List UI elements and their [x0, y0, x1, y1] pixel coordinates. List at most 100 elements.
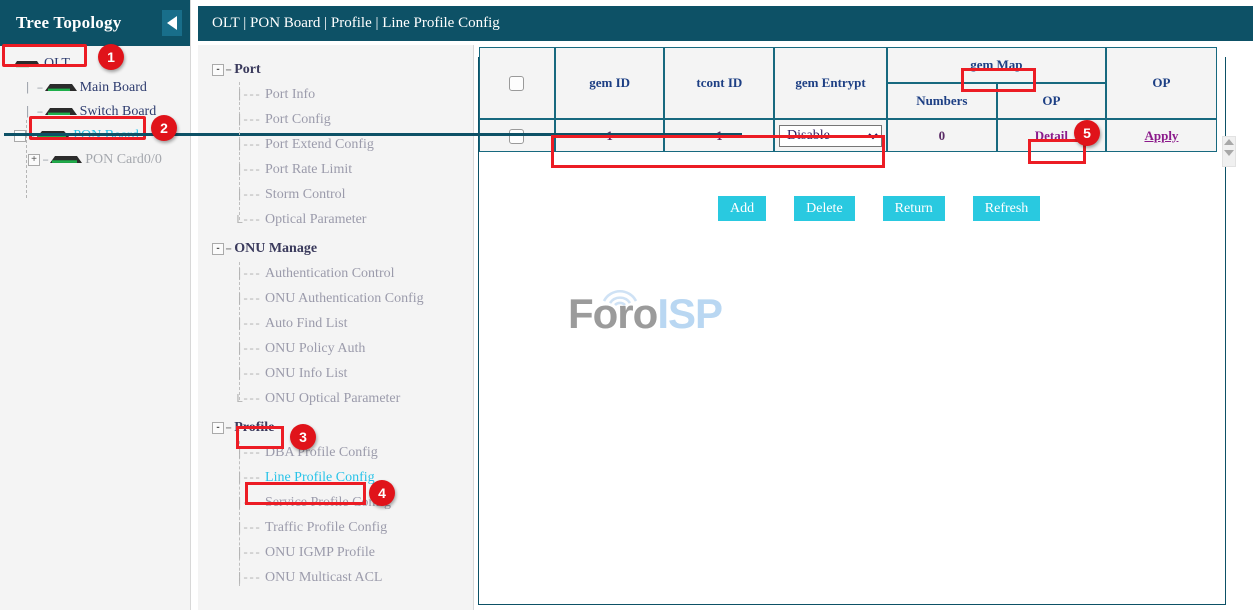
nav-tick: |---: [236, 317, 260, 331]
nav-group-port: - – Port |--- Port Info |--- Port Config |…: [198, 45, 473, 232]
tree-node-pon-card[interactable]: + – PON Card0/0: [0, 148, 190, 172]
table-header-gem-map-op: OP: [997, 83, 1106, 119]
nav-item-label: Port Config: [265, 112, 331, 128]
nav-item-label: Auto Find List: [265, 316, 347, 332]
tree-node-main-board[interactable]: | – Main Board: [0, 76, 190, 100]
nav-item-storm-control[interactable]: |---Storm Control: [198, 182, 473, 207]
tree-expander-collapse[interactable]: -: [14, 130, 26, 142]
nav-group-header-onu-manage[interactable]: - – ONU Manage: [198, 236, 473, 261]
tree-topology-header: Tree Topology: [0, 0, 190, 46]
breadcrumb: OLT | PON Board | Profile | Line Profile…: [198, 6, 1253, 41]
chevron-left-icon[interactable]: [162, 10, 182, 36]
content-panel: gem ID tcont ID gem Entrypt gem Map OP N…: [475, 45, 1259, 610]
annotation-badge-2: 2: [151, 115, 177, 141]
nav-item-traffic-profile-config[interactable]: |---Traffic Profile Config: [198, 515, 473, 540]
table-row-scrollbar[interactable]: [1222, 136, 1236, 167]
nav-tick: |---: [236, 546, 260, 560]
nav-tick: |---: [236, 342, 260, 356]
return-button[interactable]: Return: [883, 196, 945, 221]
device-icon: [12, 58, 42, 70]
table-header-row-1: gem ID tcont ID gem Entrypt gem Map OP: [479, 47, 1217, 83]
nav-tick: |---: [236, 446, 260, 460]
nav-tick: |---: [236, 88, 260, 102]
table-header-gem-id: gem ID: [555, 47, 665, 119]
nav-item-port-config[interactable]: |--- Port Config: [198, 107, 473, 132]
row-checkbox[interactable]: [509, 129, 524, 144]
nav-item-onu-info-list[interactable]: |---ONU Info List: [198, 361, 473, 386]
device-icon: [44, 82, 78, 95]
nav-item-dba-profile-config[interactable]: |---DBA Profile Config: [198, 440, 473, 465]
nav-tick: |---: [236, 188, 260, 202]
nav-tick: |---: [236, 138, 260, 152]
nav-item-port-rate-limit[interactable]: |---Port Rate Limit: [198, 157, 473, 182]
nav-item-onu-authentication-config[interactable]: |--- ONU Authentication Config: [198, 286, 473, 311]
nav-item-label: ONU IGMP Profile: [265, 545, 375, 561]
tree-node-label: OLT: [44, 56, 70, 72]
nav-item-label: Traffic Profile Config: [265, 520, 387, 536]
detail-link[interactable]: Detail: [1035, 128, 1068, 143]
table-header-op: OP: [1106, 47, 1217, 119]
device-icon: [44, 106, 78, 119]
scroll-up-arrow-icon[interactable]: [1224, 139, 1234, 145]
tree-node-label: Main Board: [80, 80, 147, 96]
nav-tick: L---: [236, 213, 260, 227]
nav-item-onu-optical-parameter[interactable]: L--- ONU Optical Parameter: [198, 386, 473, 411]
nav-item-auto-find-list[interactable]: |--- Auto Find List: [198, 311, 473, 336]
nav-menu-panel: - – Port |--- Port Info |--- Port Config |…: [198, 45, 474, 610]
tree-tick: –: [28, 129, 34, 143]
nav-item-authentication-control[interactable]: |---Authentication Control: [198, 261, 473, 286]
refresh-button[interactable]: Refresh: [973, 196, 1041, 221]
gem-entrypt-select[interactable]: Disable Enable: [779, 125, 882, 147]
nav-item-port-extend-config[interactable]: |--- Port Extend Config: [198, 132, 473, 157]
table-header-gem-entrypt: gem Entrypt: [774, 47, 887, 119]
nav-tick: |---: [236, 571, 260, 585]
nav-item-onu-igmp-profile[interactable]: |--- ONU IGMP Profile: [198, 540, 473, 565]
nav-item-label: ONU Multicast ACL: [265, 570, 382, 586]
nav-group-header-port[interactable]: - – Port: [198, 57, 473, 82]
tree-tick: –: [42, 153, 48, 167]
tree-node-olt[interactable]: OLT: [0, 52, 190, 76]
nav-expander-icon[interactable]: -: [212, 243, 224, 255]
nav-group-onu-manage: - – ONU Manage |---Authentication Contro…: [198, 232, 473, 411]
tree-node-label: PON Card0/0: [85, 152, 162, 168]
nav-item-label: Line Profile Config: [265, 470, 375, 486]
select-all-checkbox[interactable]: [509, 76, 524, 91]
nav-item-label: Port Info: [265, 87, 315, 103]
nav-item-onu-policy-auth[interactable]: |---ONU Policy Auth: [198, 336, 473, 361]
table-header-gem-map-numbers: Numbers: [887, 83, 997, 119]
nav-item-line-profile-config[interactable]: |---Line Profile Config: [198, 465, 473, 490]
delete-button[interactable]: Delete: [794, 196, 855, 221]
nav-item-port-info[interactable]: |--- Port Info: [198, 82, 473, 107]
nav-tick: |---: [236, 292, 260, 306]
nav-item-label: ONU Authentication Config: [265, 291, 424, 307]
nav-item-label: Port Extend Config: [265, 137, 374, 153]
annotation-badge-3: 3: [290, 424, 316, 450]
add-button[interactable]: Add: [718, 196, 766, 221]
nav-group-label: Profile: [234, 420, 274, 436]
nav-expander-icon[interactable]: -: [212, 422, 224, 434]
tree-topology-panel: Tree Topology OLT | – Main Board: [0, 0, 191, 610]
nav-group-label: ONU Manage: [234, 241, 317, 257]
annotation-badge-5: 5: [1074, 120, 1100, 146]
tree-expander-expand[interactable]: +: [28, 154, 40, 166]
cell-gem-entrypt: Disable Enable: [774, 119, 887, 152]
nav-group-profile: - – Profile |---DBA Profile Config |---L…: [198, 411, 473, 590]
nav-item-label: Optical Parameter: [265, 212, 366, 228]
nav-tick: L---: [236, 392, 260, 406]
apply-link[interactable]: Apply: [1144, 128, 1178, 143]
annotation-badge-1: 1: [98, 44, 124, 70]
nav-item-onu-multicast-acl[interactable]: |--- ONU Multicast ACL: [198, 565, 473, 590]
table-header-tcont-id: tcont ID: [664, 47, 774, 119]
tree-node-list: OLT | – Main Board | – Switch Board: [0, 46, 190, 172]
nav-dash: –: [225, 242, 232, 256]
nav-group-header-profile[interactable]: - – Profile: [198, 415, 473, 440]
nav-tick: |---: [236, 113, 260, 127]
nav-dash: –: [225, 63, 232, 77]
nav-expander-icon[interactable]: -: [212, 64, 224, 76]
nav-item-label: ONU Optical Parameter: [265, 391, 400, 407]
nav-item-optical-parameter[interactable]: L--- Optical Parameter: [198, 207, 473, 232]
nav-group-label: Port: [234, 62, 260, 78]
nav-item-service-profile-config[interactable]: |---Service Profile Config: [198, 490, 473, 515]
nav-tick: |---: [236, 367, 260, 381]
scroll-down-arrow-icon[interactable]: [1224, 150, 1234, 156]
